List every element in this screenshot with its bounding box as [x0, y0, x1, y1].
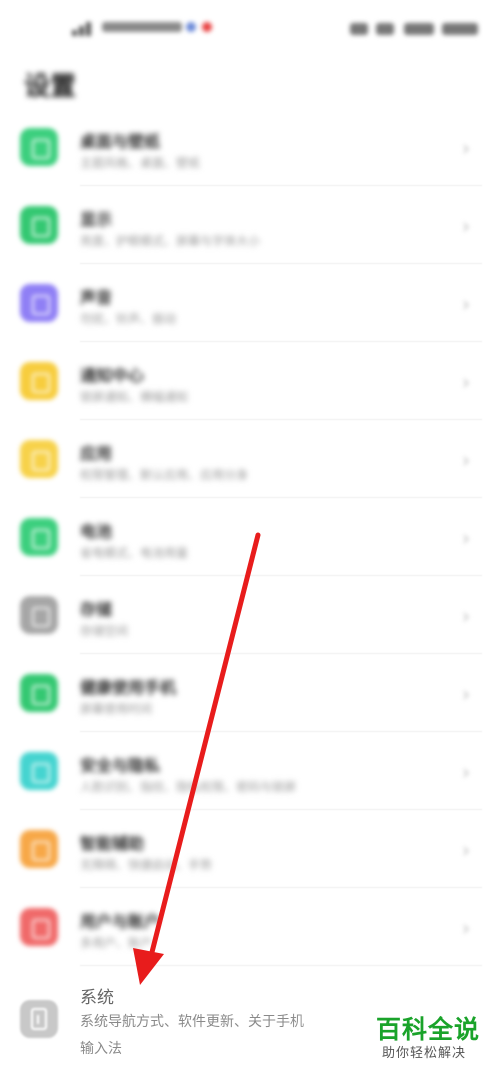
settings-item-subtitle: 省电模式、电池用量: [80, 546, 189, 560]
settings-item[interactable]: 声音勿扰、铃声、振动 ›: [0, 264, 500, 342]
chevron-right-icon: ›: [462, 370, 470, 394]
settings-item-icon: [20, 284, 58, 322]
settings-item-title: 存储: [80, 600, 113, 619]
settings-item[interactable]: 显示亮度、护眼模式、屏幕与字体大小 ›: [0, 186, 500, 264]
settings-item-subtitle: 多用户、账户: [80, 936, 153, 950]
chevron-right-icon: ›: [462, 292, 470, 316]
settings-item-icon: [20, 830, 58, 868]
chevron-right-icon: ›: [462, 760, 470, 784]
settings-item-subtitle: 锁屏通知、横幅通知: [80, 390, 189, 404]
watermark-subtitle: 助你轻松解决: [382, 1046, 467, 1061]
settings-item-icon: [20, 128, 58, 166]
settings-item-icon: [20, 596, 58, 634]
settings-item-subtitle: 无障碍、快捷启动、手势: [80, 858, 213, 872]
chevron-right-icon: ›: [462, 214, 470, 238]
settings-item-icon: [20, 908, 58, 946]
settings-item[interactable]: 存储存储空间 ›: [0, 576, 500, 654]
chevron-right-icon: ›: [462, 916, 470, 940]
watermark-title: 百科全说: [376, 1015, 481, 1044]
status-bar: [0, 0, 500, 56]
settings-item[interactable]: 智能辅助无障碍、快捷启动、手势 ›: [0, 810, 500, 888]
settings-item-subtitle: 存储空间: [80, 624, 129, 638]
notification-dot-blue: [186, 22, 196, 32]
settings-item-title: 电池: [80, 522, 113, 541]
page-title: 设置: [24, 72, 77, 102]
settings-item-subtitle: 亮度、护眼模式、屏幕与字体大小: [80, 234, 261, 248]
settings-item-subtitle: 屏幕使用时间: [80, 702, 153, 716]
wifi-icon: [350, 23, 368, 35]
settings-item[interactable]: 用户与账户多用户、账户 ›: [0, 888, 500, 966]
chevron-right-icon: ›: [462, 604, 470, 628]
settings-item-subtitle: 人脸识别、指纹、隐私权限、密码与锁屏: [80, 780, 297, 794]
settings-item-subtitle: 主题风格、桌面、壁纸: [80, 156, 201, 170]
settings-item-title: 应用: [80, 444, 113, 463]
chevron-right-icon: ›: [462, 136, 470, 160]
system-subtitle: 系统导航方式、软件更新、关于手机: [80, 1014, 304, 1030]
settings-item[interactable]: 桌面与壁纸主题风格、桌面、壁纸 ›: [0, 108, 500, 186]
settings-item-title: 用户与账户: [80, 912, 161, 931]
settings-item-subtitle: 勿扰、铃声、振动: [80, 312, 177, 326]
settings-item-title: 智能辅助: [80, 834, 145, 853]
divider: [80, 965, 482, 966]
system-subtitle-fade: [290, 1005, 370, 1035]
settings-item[interactable]: 安全与隐私人脸识别、指纹、隐私权限、密码与锁屏 ›: [0, 732, 500, 810]
settings-item-title: 健康使用手机: [80, 678, 177, 697]
status-bar-right: [350, 20, 480, 38]
signal-bar-3: [86, 22, 91, 36]
settings-item-subtitle: 权限管理、默认应用、应用分身: [80, 468, 249, 482]
settings-item-icon: [20, 206, 58, 244]
clock-text: [442, 23, 478, 35]
settings-item-icon: [20, 362, 58, 400]
settings-item[interactable]: 健康使用手机屏幕使用时间 ›: [0, 654, 500, 732]
chevron-right-icon: ›: [462, 682, 470, 706]
settings-item[interactable]: 应用权限管理、默认应用、应用分身 ›: [0, 420, 500, 498]
system-icon: [20, 1000, 58, 1038]
system-title: 系统: [80, 988, 114, 1008]
settings-item-icon: [20, 518, 58, 556]
status-bar-left: [72, 14, 222, 42]
settings-item-icon: [20, 674, 58, 712]
chevron-right-icon: ›: [462, 526, 470, 550]
settings-list: 桌面与壁纸 主题风格、桌面、壁纸 › 显示 亮度、护眼模式、屏幕与字体大小 › 声音 勿扰、铃…: [0, 108, 500, 966]
chevron-right-icon: ›: [462, 838, 470, 862]
chevron-right-icon: ›: [462, 448, 470, 472]
settings-item-icon: [20, 440, 58, 478]
settings-item[interactable]: 电池省电模式、电池用量 ›: [0, 498, 500, 576]
battery-icon: [404, 23, 434, 35]
settings-item-title: 通知中心: [80, 366, 145, 385]
settings-item-title: 显示: [80, 210, 113, 229]
signal-bar-2: [79, 26, 84, 36]
signal-bar-1: [72, 30, 77, 36]
settings-item-title: 安全与隐私: [80, 756, 161, 775]
signal-icon: [376, 23, 394, 35]
settings-item-icon: [20, 752, 58, 790]
system-subtitle-input-method: 输入法: [80, 1041, 122, 1057]
settings-item-title: 声音: [80, 288, 113, 307]
settings-item-title: 桌面与壁纸: [80, 132, 161, 151]
settings-item[interactable]: 通知中心锁屏通知、横幅通知 ›: [0, 342, 500, 420]
carrier-text: [102, 22, 182, 32]
notification-dot-red: [202, 22, 212, 32]
